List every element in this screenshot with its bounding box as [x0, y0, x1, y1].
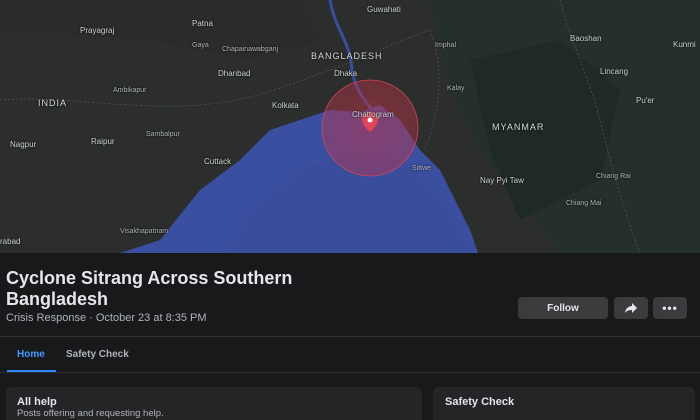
- map-label-gaya: Gaya: [192, 42, 209, 49]
- map-label-kunming: Kunmi: [673, 40, 696, 49]
- map-label-puer: Pu'er: [636, 96, 655, 105]
- share-arrow-icon: [625, 303, 637, 313]
- tab-home[interactable]: Home: [17, 349, 45, 360]
- more-options-button[interactable]: •••: [653, 297, 687, 319]
- event-title: Cyclone Sitrang Across Southern Banglade…: [6, 268, 293, 309]
- map-label-naypyitaw: Nay Pyi Taw: [480, 176, 524, 185]
- map-label-kolkata: Kolkata: [272, 101, 299, 110]
- tab-safety-check[interactable]: Safety Check: [66, 349, 129, 360]
- header-divider: [0, 336, 700, 337]
- crisis-map[interactable]: Guwahati Patna Prayagraj Gaya Chapainawa…: [0, 0, 700, 253]
- safety-check-card[interactable]: Safety Check: [433, 387, 695, 420]
- all-help-title: All help: [17, 396, 57, 408]
- tabs-divider: [0, 372, 700, 373]
- map-label-myanmar: MYANMAR: [492, 122, 545, 132]
- map-label-hyderabad: rabad: [0, 237, 21, 246]
- map-label-dhaka: Dhaka: [334, 69, 358, 78]
- map-label-nagpur: Nagpur: [10, 140, 37, 149]
- map-label-raipur: Raipur: [91, 137, 115, 146]
- map-label-chiangmai: Chiang Mai: [566, 200, 602, 207]
- map-label-guwahati: Guwahati: [367, 5, 401, 14]
- map-label-bangladesh: BANGLADESH: [311, 51, 383, 61]
- map-label-sambalpur: Sambalpur: [146, 131, 180, 138]
- all-help-card[interactable]: All help Posts offering and requesting h…: [6, 387, 422, 420]
- map-label-chattogram: Chattogram: [352, 110, 394, 119]
- map-label-visakhapatnam: Visakhapatnam: [120, 228, 169, 235]
- safety-check-title: Safety Check: [445, 396, 515, 408]
- event-subtitle: Crisis Response · October 23 at 8:35 PM: [6, 312, 207, 324]
- map-label-kalay: Kalay: [447, 85, 465, 92]
- map-label-imphal: Imphal: [435, 42, 457, 49]
- map-label-dhanbad: Dhanbad: [218, 69, 251, 78]
- map-label-lincang: Lincang: [600, 67, 629, 76]
- map-label-chapainawabganj: Chapainawabganj: [222, 46, 279, 53]
- map-label-chiangrai: Chiang Rai: [596, 173, 631, 180]
- map-label-india: INDIA: [38, 98, 68, 108]
- map-label-sittwe: Sittwe: [412, 165, 432, 172]
- map-label-patna: Patna: [192, 19, 213, 28]
- follow-button-label: Follow: [547, 302, 579, 314]
- map-label-prayagraj: Prayagraj: [80, 26, 115, 35]
- share-button[interactable]: [614, 297, 648, 319]
- follow-button[interactable]: Follow: [518, 297, 608, 319]
- map-label-baoshan: Baoshan: [570, 34, 602, 43]
- map-label-ambikapur: Ambikapur: [113, 87, 147, 94]
- map-label-cuttack: Cuttack: [204, 157, 232, 166]
- all-help-subtitle: Posts offering and requesting help.: [17, 408, 164, 419]
- more-dots-icon: •••: [662, 301, 678, 315]
